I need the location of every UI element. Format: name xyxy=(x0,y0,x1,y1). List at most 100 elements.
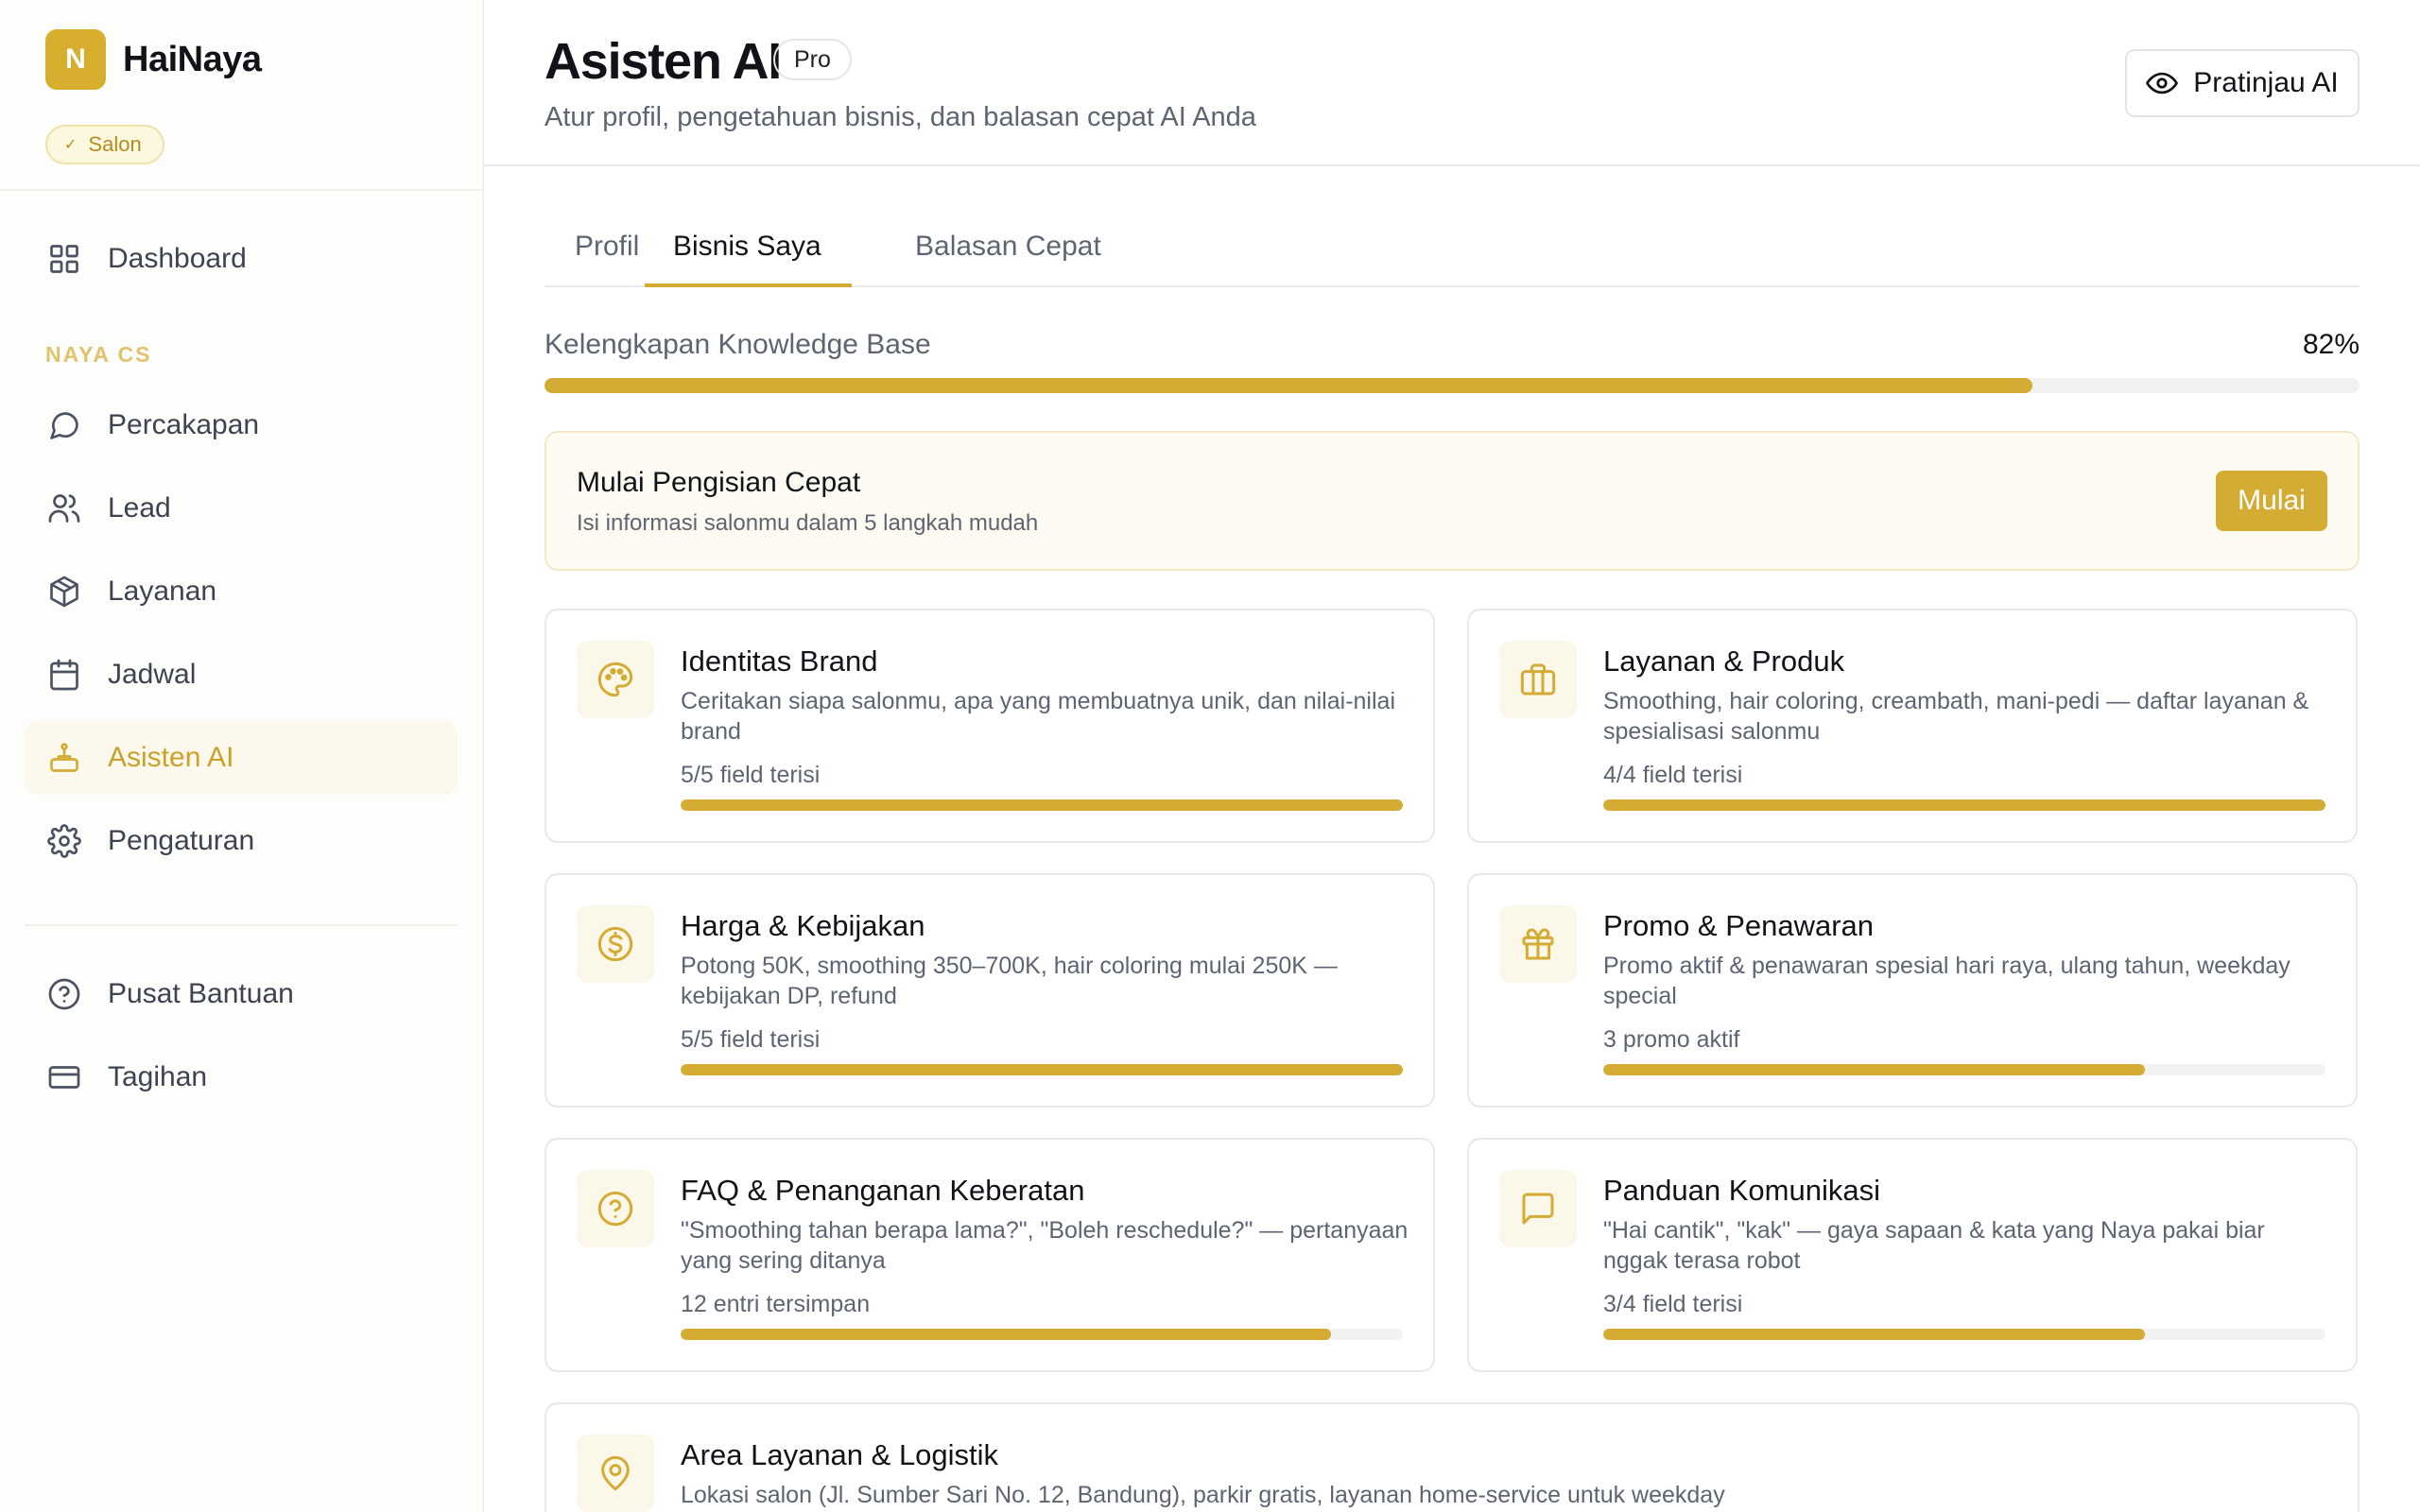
card-title: Promo & Penawaran xyxy=(1603,909,1875,942)
card-description: Smoothing, hair coloring, creambath, man… xyxy=(1603,688,2309,745)
brand-logo: N xyxy=(45,29,106,90)
box-icon xyxy=(45,573,83,610)
card-title: Panduan Komunikasi xyxy=(1603,1174,1880,1207)
sidebar-item-label: Pusat Bantuan xyxy=(108,978,294,1009)
sidebar-item-asisten-ai[interactable]: Asisten AI xyxy=(25,721,458,795)
kb-progress-bar xyxy=(544,378,2360,393)
card-layanan-produk[interactable]: Layanan & Produk Smoothing, hair colorin… xyxy=(1467,609,2358,843)
card-title: Identitas Brand xyxy=(681,644,878,678)
card-title: Harga & Kebijakan xyxy=(681,909,925,942)
card-progress-fill xyxy=(1603,1064,2145,1075)
sidebar-item-jadwal[interactable]: Jadwal xyxy=(25,638,458,712)
card-description: Ceritakan siapa salonmu, apa yang membua… xyxy=(681,688,1395,745)
sidebar-item-lead[interactable]: Lead xyxy=(25,472,458,545)
kb-progress-fill xyxy=(544,378,2033,393)
kb-completeness-label: Kelengkapan Knowledge Base xyxy=(544,329,931,360)
page-subtitle: Atur profil, pengetahuan bisnis, dan bal… xyxy=(544,102,1256,132)
quick-start-title: Mulai Pengisian Cepat xyxy=(577,467,861,498)
card-progress-fill xyxy=(681,799,1403,811)
card-status: 5/5 field terisi xyxy=(681,762,821,788)
brand[interactable]: N HaiNaya xyxy=(45,29,262,90)
tab-bisnis-saya[interactable]: Bisnis Saya xyxy=(645,225,852,287)
eye-icon xyxy=(2146,67,2179,99)
card-progress-bar xyxy=(681,1064,1403,1075)
card-promo-penawaran[interactable]: Promo & Penawaran Promo aktif & penawara… xyxy=(1467,873,2358,1108)
plan-badge: Pro xyxy=(773,39,852,80)
card-progress-fill xyxy=(1603,1329,2145,1340)
preview-ai-button[interactable]: Pratinjau AI xyxy=(2125,49,2360,117)
sidebar-item-label: Dashboard xyxy=(108,243,247,274)
card-progress-bar xyxy=(1603,799,2325,811)
category-badge: ✓ Salon xyxy=(45,125,164,164)
card-title: FAQ & Penanganan Keberatan xyxy=(681,1174,1085,1207)
card-title: Layanan & Produk xyxy=(1603,644,1845,678)
sidebar-item-label: Asisten AI xyxy=(108,742,234,773)
tab-balasan-cepat[interactable]: Balasan Cepat xyxy=(915,225,1101,287)
sidebar-item-label: Tagihan xyxy=(108,1061,208,1092)
card-progress-bar xyxy=(681,1329,1403,1340)
card-description: "Hai cantik", "kak" — gaya sapaan & kata… xyxy=(1603,1217,2265,1274)
card-status: 3/4 field terisi xyxy=(1603,1291,1743,1317)
users-icon xyxy=(45,490,83,527)
divider xyxy=(25,924,458,926)
message-square-icon xyxy=(1499,1170,1577,1247)
question-circle-icon xyxy=(577,1170,654,1247)
card-identitas-brand[interactable]: Identitas Brand Ceritakan siapa salonmu,… xyxy=(544,609,1435,843)
card-progress-bar xyxy=(1603,1064,2325,1075)
sidebar-item-dashboard[interactable]: Dashboard xyxy=(25,222,458,296)
tab-profil[interactable]: Profil xyxy=(575,225,639,287)
card-description: Lokasi salon (Jl. Sumber Sari No. 12, Ba… xyxy=(681,1482,1725,1508)
gift-icon xyxy=(1499,905,1577,983)
check-icon: ✓ xyxy=(64,137,78,153)
section-label: NAYA CS xyxy=(45,342,152,367)
brand-name: HaiNaya xyxy=(123,39,262,79)
card-harga-kebijakan[interactable]: Harga & Kebijakan Potong 50K, smoothing … xyxy=(544,873,1435,1108)
card-progress-fill xyxy=(681,1329,1331,1340)
sidebar-item-label: Percakapan xyxy=(108,409,260,440)
preview-ai-label: Pratinjau AI xyxy=(2193,67,2339,98)
card-description: "Smoothing tahan berapa lama?", "Boleh r… xyxy=(681,1217,1409,1274)
card-progress-fill xyxy=(1603,799,2325,811)
sidebar-item-label: Pengaturan xyxy=(108,825,255,856)
sidebar-item-pusat-bantuan[interactable]: Pusat Bantuan xyxy=(25,957,458,1031)
map-pin-icon xyxy=(577,1435,654,1512)
palette-icon xyxy=(577,641,654,718)
card-description: Potong 50K, smoothing 350–700K, hair col… xyxy=(681,953,1338,1009)
kb-completeness-percent: 82% xyxy=(2302,329,2360,360)
card-description: Promo aktif & penawaran spesial hari ray… xyxy=(1603,953,2290,1009)
sidebar-item-label: Jadwal xyxy=(108,659,197,690)
sidebar-item-label: Layanan xyxy=(108,576,217,607)
credit-card-icon xyxy=(45,1058,83,1096)
card-panduan-komunikasi[interactable]: Panduan Komunikasi "Hai cantik", "kak" —… xyxy=(1467,1138,2358,1372)
sidebar-item-layanan[interactable]: Layanan xyxy=(25,555,458,628)
category-badge-label: Salon xyxy=(88,132,142,156)
tab-bar: Profil Bisnis Saya Balasan Cepat xyxy=(544,225,2360,287)
gear-icon xyxy=(45,822,83,860)
card-area-layanan[interactable]: Area Layanan & Logistik Lokasi salon (Jl… xyxy=(544,1402,2360,1512)
chat-icon xyxy=(45,406,83,444)
card-status: 4/4 field terisi xyxy=(1603,762,1743,788)
card-progress-fill xyxy=(681,1064,1403,1075)
card-title: Area Layanan & Logistik xyxy=(681,1438,999,1471)
sidebar-item-percakapan[interactable]: Percakapan xyxy=(25,388,458,462)
quick-start-banner: Mulai Pengisian Cepat Isi informasi salo… xyxy=(544,431,2360,571)
divider xyxy=(0,189,482,191)
grid-icon xyxy=(45,240,83,278)
sidebar: N HaiNaya ✓ Salon Dashboard NAYA CS Perc… xyxy=(0,0,484,1512)
briefcase-icon xyxy=(1499,641,1577,718)
dollar-circle-icon xyxy=(577,905,654,983)
page-title: Asisten AI xyxy=(544,33,782,90)
sidebar-item-label: Lead xyxy=(108,492,171,524)
card-status: 3 promo aktif xyxy=(1603,1026,1740,1053)
sidebar-item-pengaturan[interactable]: Pengaturan xyxy=(25,804,458,878)
card-progress-bar xyxy=(1603,1329,2325,1340)
card-progress-bar xyxy=(681,799,1403,811)
card-status: 12 entri tersimpan xyxy=(681,1291,871,1317)
page-header: Asisten AI Pro Atur profil, pengetahuan … xyxy=(484,0,2420,166)
start-button[interactable]: Mulai xyxy=(2216,471,2327,531)
sidebar-item-tagihan[interactable]: Tagihan xyxy=(25,1040,458,1114)
calendar-icon xyxy=(45,656,83,694)
bot-icon xyxy=(45,739,83,777)
help-circle-icon xyxy=(45,975,83,1013)
card-faq[interactable]: FAQ & Penanganan Keberatan "Smoothing ta… xyxy=(544,1138,1435,1372)
